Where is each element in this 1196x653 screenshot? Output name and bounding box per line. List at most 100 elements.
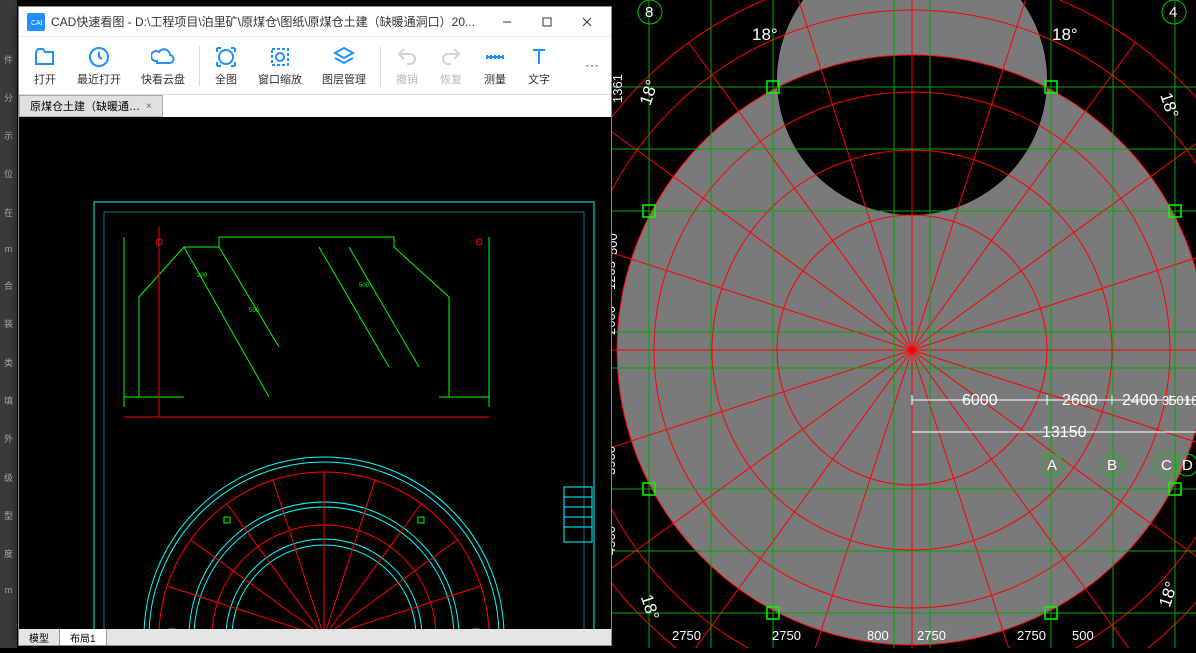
dimension-label: 180	[1184, 393, 1196, 408]
document-tabs: 原煤仓土建（缺暖通… ×	[19, 95, 611, 117]
clock-icon	[87, 45, 111, 69]
cad-drawing: 200 500 500	[19, 117, 611, 629]
dimension-label: 2600	[612, 306, 618, 335]
svg-text:500: 500	[249, 308, 260, 314]
layers-icon	[332, 45, 356, 69]
toolbar-label: 撤销	[396, 71, 418, 87]
toolbar-separator	[199, 46, 200, 86]
sidebar-item: 分	[0, 91, 17, 104]
dimension-label: 3900	[612, 446, 618, 475]
cloud-button[interactable]: 快看云盘	[131, 41, 195, 91]
close-tab-icon[interactable]: ×	[146, 101, 152, 112]
sidebar-item: 示	[0, 129, 17, 142]
angle-label: 18°	[636, 77, 662, 107]
toolbar-label: 测量	[484, 71, 506, 87]
dimension-label: 500	[612, 233, 620, 255]
angle-label: 18°	[1052, 25, 1078, 44]
toolbar: 打开 最近打开 快看云盘 全图 窗口缩放 图层管理 撤销	[19, 37, 611, 95]
dimension-label: 2750	[917, 628, 946, 643]
cad-canvas[interactable]: 200 500 500	[19, 117, 611, 629]
dimension-label: 6000	[962, 392, 998, 409]
dimension-label: 2750	[672, 628, 701, 643]
window-title: CAD快速看图 - D:\工程项目\泊里矿\原煤仓\图纸\原煤仓土建（缺暖通洞口…	[51, 13, 475, 30]
zoom-window-button[interactable]: 窗口缩放	[248, 41, 312, 91]
axis-marker: D	[1182, 457, 1193, 474]
layers-button[interactable]: 图层管理	[312, 41, 376, 91]
layout-tabs: 模型 布局1	[19, 629, 611, 645]
text-button[interactable]: 文字	[517, 41, 561, 91]
close-button[interactable]	[567, 7, 607, 37]
maximize-button[interactable]	[527, 7, 567, 37]
folder-open-icon	[33, 45, 57, 69]
undo-button[interactable]: 撤销	[385, 41, 429, 91]
axis-marker: B	[1107, 457, 1117, 474]
dimension-label: 800	[867, 628, 889, 643]
grid-bubble: 4	[1169, 4, 1177, 21]
titlebar[interactable]: CAD CAD快速看图 - D:\工程项目\泊里矿\原煤仓\图纸\原煤仓土建（缺…	[19, 7, 611, 37]
toolbar-label: 窗口缩放	[258, 71, 302, 87]
document-tab[interactable]: 原煤仓土建（缺暖通… ×	[19, 95, 163, 117]
toolbar-label: 打开	[34, 71, 56, 87]
dimension-label: 2750	[772, 628, 801, 643]
sidebar-item: 度	[0, 547, 17, 560]
dimension-label: 4500	[612, 526, 618, 555]
angle-label: 18°	[637, 592, 663, 622]
cad-app-window: CAD CAD快速看图 - D:\工程项目\泊里矿\原煤仓\图纸\原煤仓土建（缺…	[18, 6, 612, 646]
sidebar-item: m	[0, 244, 17, 254]
dimension-label: 13150	[1042, 424, 1087, 441]
toolbar-label: 图层管理	[322, 71, 366, 87]
undo-icon	[395, 45, 419, 69]
dimension-label: 500	[1072, 628, 1094, 643]
toolbar-label: 最近打开	[77, 71, 121, 87]
svg-text:CAD: CAD	[31, 20, 42, 27]
toolbar-more[interactable]: ⋯	[577, 57, 607, 74]
open-button[interactable]: 打开	[23, 41, 67, 91]
sidebar-item: 装	[0, 317, 17, 330]
redo-icon	[439, 45, 463, 69]
sidebar-item: 类	[0, 356, 17, 369]
sidebar-item: 级	[0, 471, 17, 484]
sidebar-item: 填	[0, 394, 17, 407]
ruler-icon	[483, 45, 507, 69]
dimension-label: 1205	[612, 261, 618, 290]
model-tab[interactable]: 模型	[19, 629, 60, 645]
svg-text:500: 500	[359, 283, 370, 289]
sidebar-item: 合	[0, 279, 17, 292]
redo-button[interactable]: 恢复	[429, 41, 473, 91]
sidebar-item: 在	[0, 206, 17, 219]
dimension-label: 2600	[1062, 392, 1098, 409]
svg-text:200: 200	[197, 273, 208, 279]
app-icon: CAD	[27, 13, 45, 31]
zoom-extents-icon	[214, 45, 238, 69]
recent-button[interactable]: 最近打开	[67, 41, 131, 91]
dimension-label: 1361	[612, 74, 625, 103]
grid-bubble: 8	[645, 4, 653, 21]
axis-marker: C	[1161, 457, 1172, 474]
sidebar-item: m	[0, 585, 17, 595]
angle-label: 18°	[1156, 90, 1182, 120]
sidebar-item: 位	[0, 167, 17, 180]
app-left-sidebar: 件 分 示 位 在 m 合 装 类 填 外 级 型 度 m	[0, 0, 17, 648]
toolbar-label: 快看云盘	[141, 71, 185, 87]
cloud-icon	[151, 45, 175, 69]
sidebar-item: 外	[0, 432, 17, 445]
dimension-label: 2750	[1017, 628, 1046, 643]
axis-marker: A	[1047, 457, 1057, 474]
sidebar-item: 件	[0, 53, 17, 66]
secondary-viewport[interactable]: 8 4 18° 18° 18° 18° 18° 18° 6000 2600 24…	[612, 0, 1196, 648]
toolbar-label: 全图	[215, 71, 237, 87]
angle-label: 18°	[752, 25, 778, 44]
document-tab-label: 原煤仓土建（缺暖通…	[30, 98, 140, 114]
layout1-tab[interactable]: 布局1	[60, 629, 107, 645]
toolbar-separator	[380, 46, 381, 86]
minimize-button[interactable]	[487, 7, 527, 37]
toolbar-label: 恢复	[440, 71, 462, 87]
toolbar-label: 文字	[528, 71, 550, 87]
sidebar-item: 型	[0, 509, 17, 522]
zoom-window-icon	[268, 45, 292, 69]
measure-button[interactable]: 测量	[473, 41, 517, 91]
dimension-label: 350	[1162, 393, 1184, 408]
text-icon	[527, 45, 551, 69]
zoom-all-button[interactable]: 全图	[204, 41, 248, 91]
plan-drawing: 8 4 18° 18° 18° 18° 18° 18° 6000 2600 24…	[612, 0, 1196, 648]
